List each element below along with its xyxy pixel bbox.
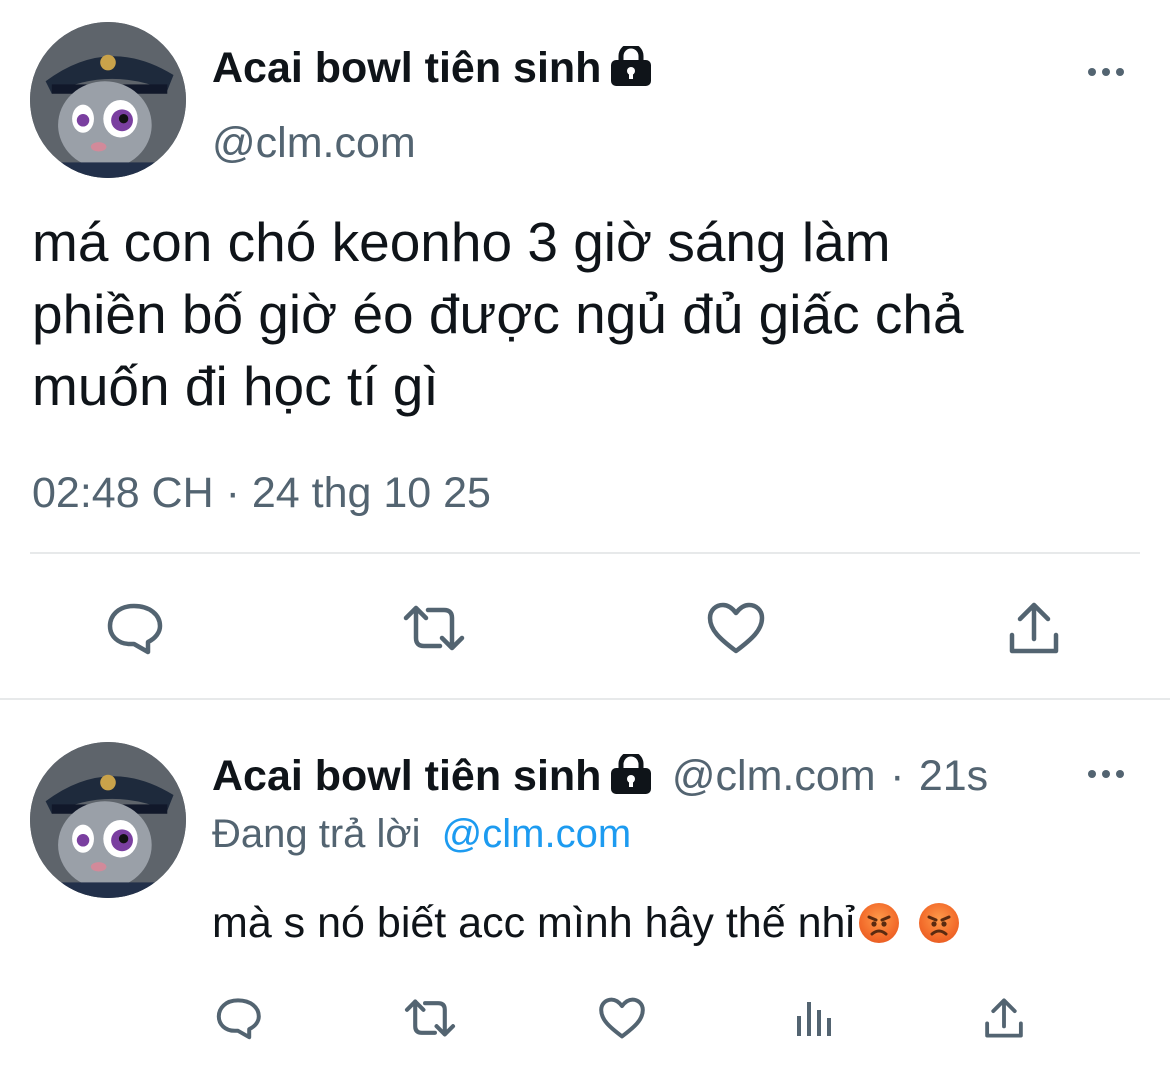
lock-icon xyxy=(609,43,653,94)
share-icon[interactable] xyxy=(998,592,1070,664)
author-name[interactable]: Acai bowl tiên sinh xyxy=(212,43,653,94)
reply-text-body: mà s nó biết acc mình hây thế nhỉ xyxy=(212,899,855,947)
like-icon[interactable] xyxy=(592,990,652,1046)
reply-avatar[interactable] xyxy=(30,742,186,898)
divider xyxy=(30,552,1140,554)
tweet-text-line: muốn đi học tí gì xyxy=(32,355,439,417)
retweet-icon[interactable] xyxy=(398,592,470,664)
reply-icon[interactable] xyxy=(208,990,268,1046)
reply-header: Acai bowl tiên sinh @clm.com · 21s xyxy=(212,751,988,800)
like-icon[interactable] xyxy=(700,592,772,664)
replying-to-label: Đang trả lời xyxy=(212,812,421,856)
retweet-icon[interactable] xyxy=(398,990,462,1046)
more-options-icon[interactable] xyxy=(1088,770,1124,778)
reply-time[interactable]: 21s xyxy=(919,752,988,800)
views-icon[interactable] xyxy=(784,990,844,1046)
share-icon[interactable] xyxy=(974,990,1034,1046)
tweet-timestamp[interactable]: 02:48 CH · 24 thg 10 25 xyxy=(32,472,491,515)
more-options-icon[interactable] xyxy=(1088,68,1124,76)
reply-text: mà s nó biết acc mình hây thế nhỉ xyxy=(212,902,959,945)
author-handle[interactable]: @clm.com xyxy=(212,122,416,165)
author-name-text: Acai bowl tiên sinh xyxy=(212,44,602,92)
lock-icon xyxy=(609,751,653,799)
divider xyxy=(0,698,1170,700)
tweet-text-line: phiền bố giờ éo được ngủ đủ giấc chả xyxy=(32,283,964,345)
reply-icon[interactable] xyxy=(98,592,170,664)
avatar[interactable] xyxy=(30,22,186,178)
reply-author-handle[interactable]: @clm.com xyxy=(672,752,876,800)
replying-to: Đang trả lời @clm.com xyxy=(212,814,631,854)
tweet-text-line: má con chó keonho 3 giờ sáng làm xyxy=(32,211,891,273)
tweet-text: má con chó keonho 3 giờ sáng làm phiền b… xyxy=(32,206,1132,422)
angry-face-emoji xyxy=(858,903,899,943)
header-separator: · xyxy=(890,752,905,800)
angry-face-emoji xyxy=(918,903,959,943)
reply-author-name[interactable]: Acai bowl tiên sinh xyxy=(212,752,601,800)
replying-to-mention[interactable]: @clm.com xyxy=(442,812,632,856)
